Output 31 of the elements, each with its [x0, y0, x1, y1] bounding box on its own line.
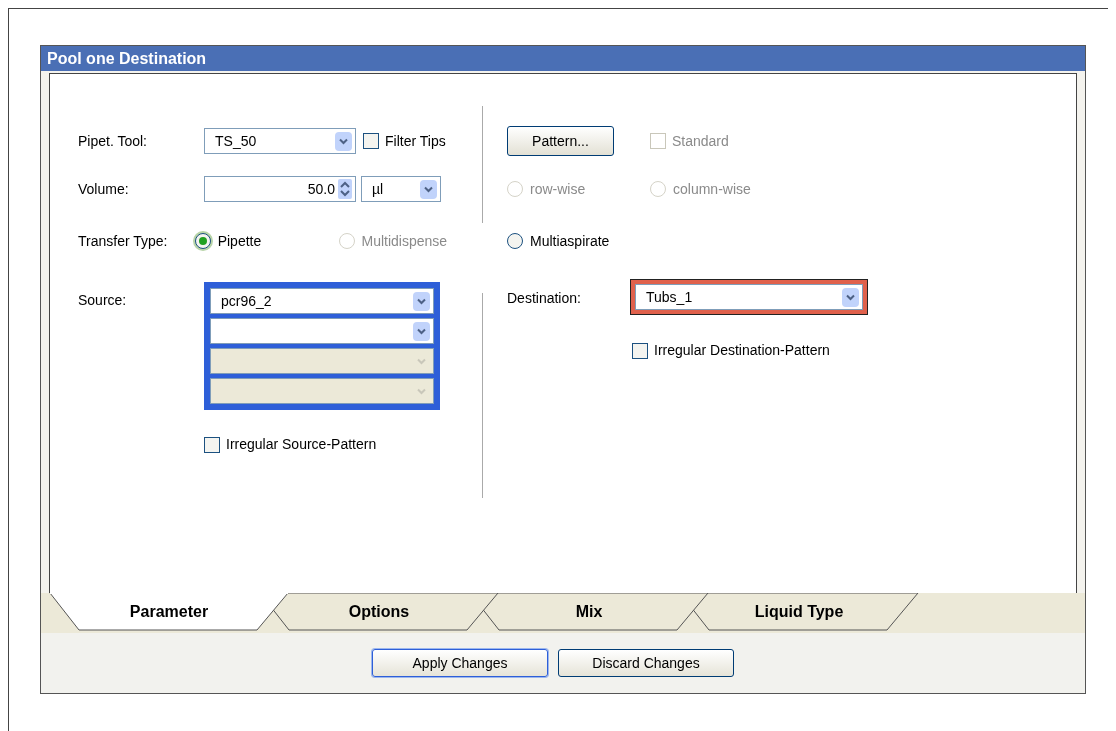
checkbox[interactable] — [204, 436, 220, 453]
radio-label: column-wise — [673, 179, 751, 199]
radio-label: Multidispense — [361, 231, 448, 251]
dialog-button[interactable]: Apply Changes — [372, 649, 548, 677]
tab[interactable]: Parameter — [49, 593, 289, 631]
checkbox-label: Irregular Destination-Pattern — [654, 341, 830, 360]
radio-button[interactable] — [507, 233, 523, 249]
checkbox-label: Standard — [672, 131, 729, 151]
dialog-button[interactable]: Discard Changes — [558, 649, 734, 677]
checkbox[interactable] — [363, 133, 379, 149]
radio-label: Pipette — [217, 231, 262, 251]
checkbox-label: Filter Tips — [385, 131, 446, 151]
radio-button[interactable] — [194, 233, 211, 249]
volume-spin-field[interactable]: 50.0 — [204, 176, 356, 202]
field-label: Destination: — [507, 289, 582, 308]
unit-dropdown[interactable]: µl — [361, 176, 441, 202]
checkbox[interactable] — [632, 342, 648, 359]
spin-arrows-icon[interactable] — [338, 179, 352, 199]
checkbox-label: Irregular Source-Pattern — [226, 435, 377, 454]
field-label: Source: — [78, 291, 128, 310]
pipet-tool-dropdown[interactable]: TS_50 — [204, 128, 356, 154]
field-label: Volume: — [78, 179, 130, 199]
radio-label: Multiaspirate — [530, 231, 610, 251]
destination-dropdown[interactable]: Tubs_1 — [635, 284, 863, 310]
window-title: Pool one Destination — [41, 46, 1085, 71]
field-label: Transfer Type: — [78, 231, 169, 251]
pattern-button[interactable]: Pattern... — [507, 126, 614, 156]
source-dropdown[interactable] — [210, 318, 434, 344]
source-dropdown[interactable]: pcr96_2 — [210, 288, 434, 314]
field-label: Pipet. Tool: — [78, 131, 148, 151]
radio-label: row-wise — [530, 179, 586, 199]
